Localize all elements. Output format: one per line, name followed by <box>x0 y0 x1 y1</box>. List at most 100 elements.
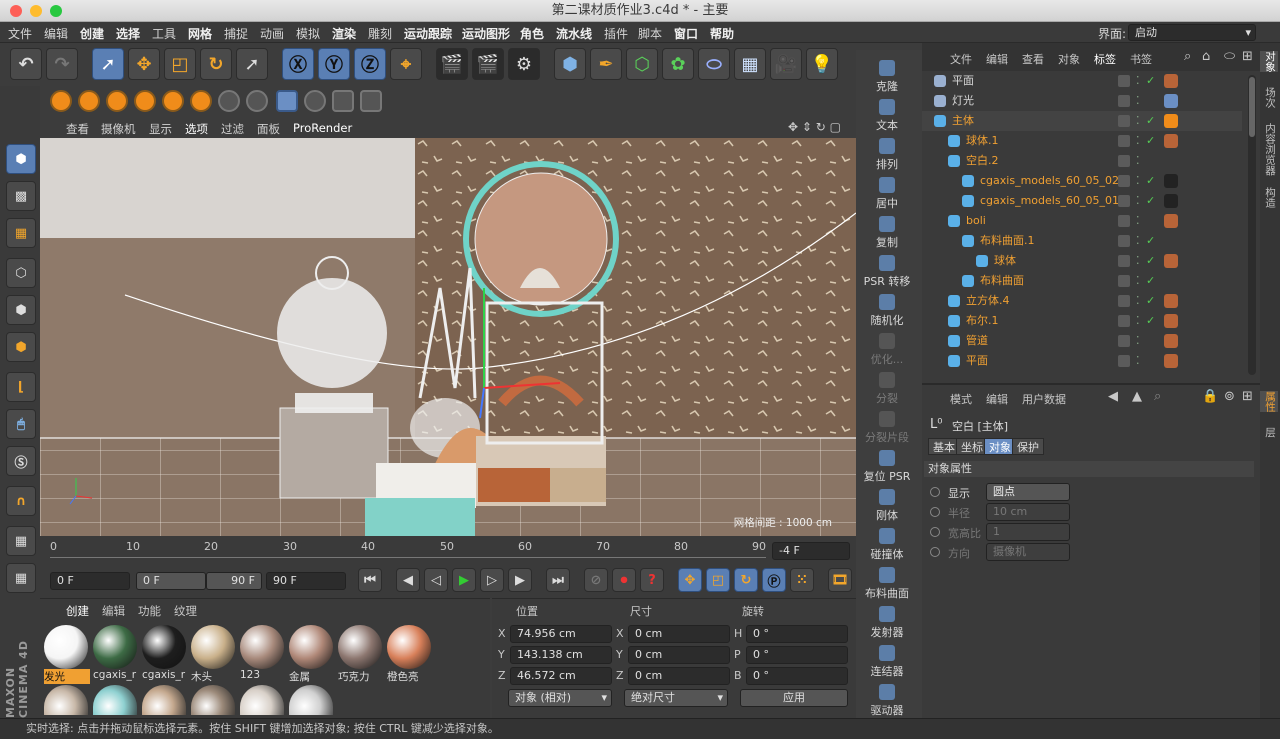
layer-toggle[interactable] <box>1118 295 1130 307</box>
command-button[interactable]: 文本 <box>856 97 918 135</box>
search-icon[interactable]: ⌕ <box>1184 49 1191 64</box>
command-button[interactable]: 克隆 <box>856 58 918 96</box>
keyframe-dot-icon[interactable] <box>930 487 940 497</box>
floor-icon[interactable]: ▦ <box>734 48 766 80</box>
material-name[interactable]: 木头 <box>191 669 237 684</box>
enabled-check-icon[interactable]: ✓ <box>1146 231 1155 251</box>
command-button[interactable]: PSR 转移 <box>856 253 918 291</box>
am-menu-mode[interactable]: 模式 <box>950 391 972 407</box>
menu-script[interactable]: 脚本 <box>638 25 662 42</box>
object-name[interactable]: boli <box>966 211 986 231</box>
record-icon[interactable]: ⊘ <box>584 568 608 592</box>
layer-toggle[interactable] <box>1118 95 1130 107</box>
material-swatch[interactable] <box>191 685 235 715</box>
tag-icon[interactable] <box>1164 354 1178 368</box>
position-field[interactable]: 46.572 cm <box>510 667 612 685</box>
viewport-menu-prorender[interactable]: ProRender <box>293 121 352 135</box>
viewport-menu-camera[interactable]: 摄像机 <box>101 121 136 137</box>
scale-icon[interactable]: ◰ <box>164 48 196 80</box>
tag-icon[interactable] <box>1164 154 1178 168</box>
undo-icon[interactable]: ↶ <box>10 48 42 80</box>
material-name[interactable]: 巧克力 <box>338 669 384 684</box>
material-swatch[interactable] <box>142 625 186 669</box>
object-row[interactable]: 平面 ⁚ <box>922 351 1242 371</box>
z-axis-lock-icon[interactable]: Ⓩ <box>354 48 386 80</box>
material-swatch[interactable] <box>93 685 137 715</box>
play-icon[interactable]: ▶ <box>452 568 476 592</box>
scrollbar-thumb[interactable] <box>1249 77 1255 137</box>
tab-attributes[interactable]: 属性 <box>1260 391 1278 412</box>
menu-snap[interactable]: 捕捉 <box>224 25 248 42</box>
redo-icon[interactable]: ↷ <box>46 48 78 80</box>
render-settings-icon[interactable]: ⚙ <box>508 48 540 80</box>
viewport-menu-filter[interactable]: 过滤 <box>221 121 244 137</box>
material-swatch[interactable] <box>93 625 137 669</box>
next-frame-icon[interactable]: ▷ <box>480 568 504 592</box>
move-icon[interactable]: ✥ <box>128 48 160 80</box>
cloner-icon[interactable]: ✿ <box>662 48 694 80</box>
locked-grid-icon[interactable]: ▦ <box>6 563 36 593</box>
next-key-icon[interactable]: ▶ <box>508 568 532 592</box>
object-row[interactable]: 空白.2 ⁚ <box>922 151 1242 171</box>
object-name[interactable]: 球体 <box>994 251 1016 271</box>
light-icon[interactable]: 💡 <box>806 48 838 80</box>
command-button[interactable]: 刚体 <box>856 487 918 525</box>
menu-mesh[interactable]: 网格 <box>188 25 212 42</box>
x-axis-lock-icon[interactable]: Ⓧ <box>282 48 314 80</box>
material-name[interactable]: cgaxis_r <box>93 669 139 681</box>
guide-icon[interactable] <box>246 90 268 112</box>
size-field[interactable]: 0 cm <box>628 625 730 643</box>
command-button[interactable]: 优化... <box>856 331 918 369</box>
menu-simulate[interactable]: 模拟 <box>296 25 320 42</box>
object-name[interactable]: 平面 <box>952 71 974 91</box>
lock-icon[interactable]: 🔒 <box>1202 389 1218 404</box>
command-button[interactable]: 布料曲面 <box>856 565 918 603</box>
menu-edit[interactable]: 编辑 <box>44 25 68 42</box>
end-frame-field[interactable]: 90 F <box>266 572 346 590</box>
menu-mograph[interactable]: 运动图形 <box>462 25 510 42</box>
lock-icon[interactable]: ⬭ <box>1224 49 1235 64</box>
material-swatch[interactable] <box>142 685 186 715</box>
bones-icon[interactable] <box>360 90 382 112</box>
om-menu-tags[interactable]: 标签 <box>1094 51 1116 67</box>
keyframe-dot-icon[interactable] <box>930 527 940 537</box>
object-name[interactable]: 布尔.1 <box>966 311 999 331</box>
tab-protection[interactable]: 保护 <box>1012 438 1044 455</box>
enabled-check-icon[interactable]: ✓ <box>1146 271 1155 291</box>
object-name[interactable]: cgaxis_models_60_05_01 <box>980 191 1119 211</box>
new-window-icon[interactable]: ⊞ <box>1242 389 1253 404</box>
command-button[interactable]: 复位 PSR <box>856 448 918 486</box>
am-menu-user-data[interactable]: 用户数据 <box>1022 391 1066 407</box>
tab-layers[interactable]: 层 <box>1260 427 1278 438</box>
coordinate-system-icon[interactable]: ⌖ <box>390 48 422 80</box>
layer-toggle[interactable] <box>1118 115 1130 127</box>
material-name[interactable]: 橙色亮 <box>387 669 433 684</box>
zoom-window-button[interactable] <box>50 5 62 17</box>
command-button[interactable]: 发射器 <box>856 604 918 642</box>
attribute-field[interactable]: 圆点 <box>986 483 1070 501</box>
rotation-field[interactable]: 0 ° <box>746 667 848 685</box>
tag-icon[interactable] <box>1164 94 1178 108</box>
material-swatch[interactable] <box>191 625 235 669</box>
object-row[interactable]: 布料曲面.1 ⁚ ✓ <box>922 231 1242 251</box>
visibility-dots-icon[interactable]: ⁚ <box>1136 231 1140 251</box>
magnet-icon[interactable]: ∩ <box>6 486 36 516</box>
material-menu-edit[interactable]: 编辑 <box>102 603 125 619</box>
home-icon[interactable]: ⌂ <box>1202 49 1210 64</box>
viewport-menu-view[interactable]: 查看 <box>66 121 89 137</box>
command-button[interactable]: 分裂片段 <box>856 409 918 447</box>
material-swatch[interactable] <box>240 685 284 715</box>
object-row[interactable]: cgaxis_models_60_05_01 ⁚ ✓ <box>922 191 1242 211</box>
enabled-check-icon[interactable]: ✓ <box>1146 131 1155 151</box>
workplane-mode-icon[interactable]: ▦ <box>6 218 36 248</box>
tag-icon[interactable] <box>1164 294 1178 308</box>
command-button[interactable]: 分裂 <box>856 370 918 408</box>
keyframe-selection-icon[interactable]: ? <box>640 568 664 592</box>
tag-icon[interactable] <box>1164 214 1178 228</box>
layer-toggle[interactable] <box>1118 195 1130 207</box>
material-swatch[interactable] <box>44 625 88 669</box>
om-menu-file[interactable]: 文件 <box>950 51 972 67</box>
timeline-ruler[interactable]: 0 10 20 30 40 50 60 70 80 90 <box>50 540 766 558</box>
material-menu-texture[interactable]: 纹理 <box>174 603 197 619</box>
pen-icon[interactable]: ✒ <box>590 48 622 80</box>
